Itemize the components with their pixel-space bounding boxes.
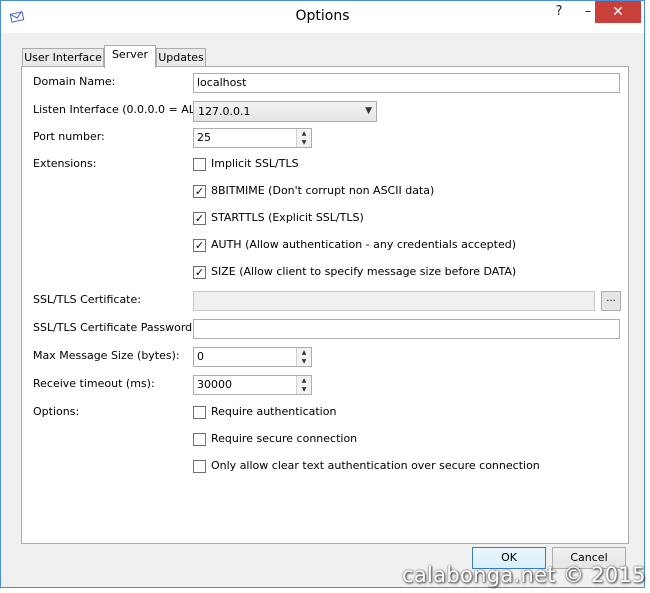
ssl-password-field[interactable] — [193, 319, 620, 339]
spin-down-icon[interactable]: ▼ — [297, 385, 311, 394]
checkbox-label: SIZE (Allow client to specify message si… — [211, 265, 517, 278]
port-number-stepper[interactable]: 25 ▲ ▼ — [193, 128, 312, 148]
options-window: Options ? – ✕ User Interface Server Upda… — [0, 0, 645, 588]
port-number-value: 25 — [197, 131, 211, 144]
ssl-password-label: SSL/TLS Certificate Password: — [33, 321, 196, 334]
receive-timeout-value: 30000 — [197, 378, 232, 391]
checkbox-label: Only allow clear text authentication ove… — [211, 459, 540, 472]
checkbox-label: Require secure connection — [211, 432, 358, 445]
listen-interface-select[interactable]: 127.0.0.1 ▼ — [193, 101, 377, 122]
check-icon[interactable]: ✓ — [193, 185, 206, 198]
port-number-label: Port number: — [33, 130, 105, 143]
check-icon[interactable]: ✓ — [193, 239, 206, 252]
checkbox-box[interactable] — [193, 460, 206, 473]
chevron-down-icon: ▼ — [365, 106, 372, 116]
ssl-certificate-field[interactable] — [193, 291, 595, 311]
max-message-size-spin-buttons: ▲ ▼ — [296, 348, 311, 366]
tab-user-interface[interactable]: User Interface — [22, 48, 104, 66]
server-tab-panel: Domain Name: localhost Listen Interface … — [21, 66, 629, 544]
watermark-text: calabonga.net © 2015 — [402, 563, 646, 587]
tab-updates[interactable]: Updates — [156, 48, 206, 66]
max-message-size-stepper[interactable]: 0 ▲ ▼ — [193, 347, 312, 367]
options-label: Options: — [33, 405, 80, 418]
dialog-client-area: User Interface Server Updates Domain Nam… — [1, 33, 644, 587]
domain-name-field[interactable]: localhost — [193, 73, 620, 93]
max-message-size-label: Max Message Size (bytes): — [33, 349, 180, 362]
tab-server[interactable]: Server — [104, 45, 156, 68]
spin-down-icon[interactable]: ▼ — [297, 138, 311, 147]
checkbox-label: 8BITMIME (Don't corrupt non ASCII data) — [211, 184, 435, 197]
check-icon[interactable]: ✓ — [193, 212, 206, 225]
checkbox-label: AUTH (Allow authentication - any credent… — [211, 238, 517, 251]
checkbox-label: Implicit SSL/TLS — [211, 157, 299, 170]
max-message-size-value: 0 — [197, 350, 204, 363]
domain-name-label: Domain Name: — [33, 75, 116, 88]
extensions-label: Extensions: — [33, 157, 97, 170]
listen-interface-value: 127.0.0.1 — [198, 105, 251, 118]
checkbox-box[interactable] — [193, 433, 206, 446]
ssl-certificate-label: SSL/TLS Certificate: — [33, 293, 141, 306]
checkbox-box[interactable] — [193, 158, 206, 171]
port-number-spin-buttons: ▲ ▼ — [296, 129, 311, 147]
close-button[interactable]: ✕ — [595, 1, 641, 23]
check-icon[interactable]: ✓ — [193, 266, 206, 279]
spin-down-icon[interactable]: ▼ — [297, 357, 311, 366]
checkbox-box[interactable] — [193, 406, 206, 419]
browse-certificate-button[interactable]: ... — [601, 291, 621, 311]
receive-timeout-stepper[interactable]: 30000 ▲ ▼ — [193, 375, 312, 395]
checkbox-label: Require authentication — [211, 405, 337, 418]
title-bar[interactable]: Options ? – ✕ — [1, 1, 644, 33]
help-button[interactable]: ? — [545, 1, 573, 23]
listen-interface-label: Listen Interface (0.0.0.0 = ALL): — [33, 103, 209, 116]
checkbox-label: STARTTLS (Explicit SSL/TLS) — [211, 211, 364, 224]
receive-timeout-label: Receive timeout (ms): — [33, 377, 155, 390]
receive-timeout-spin-buttons: ▲ ▼ — [296, 376, 311, 394]
